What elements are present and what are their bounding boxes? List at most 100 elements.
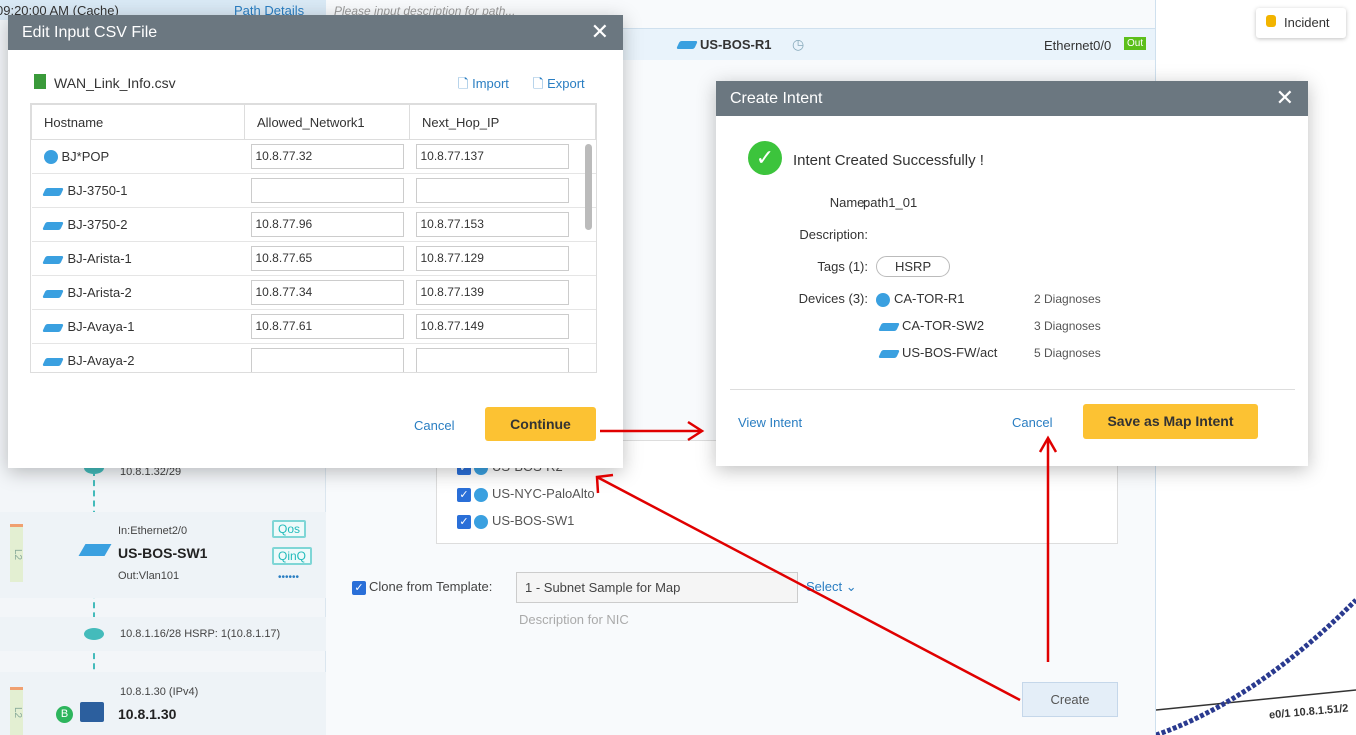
next-hop-input[interactable] xyxy=(415,178,569,203)
next-hop-cell: 10.8.77.153 xyxy=(409,207,596,242)
allowed-network-input[interactable] xyxy=(250,348,404,372)
next-hop-input[interactable] xyxy=(415,348,569,372)
next-hop-input[interactable]: 10.8.77.137 xyxy=(415,144,569,169)
switch-icon xyxy=(41,289,64,298)
scrollbar[interactable] xyxy=(585,144,592,230)
description-hint: Description for NIC xyxy=(519,612,629,627)
success-icon: ✓ xyxy=(748,141,782,175)
create-button[interactable]: Create xyxy=(1022,682,1118,717)
host-name[interactable]: 10.8.1.30 xyxy=(118,706,176,722)
select-label: Select xyxy=(806,579,843,594)
close-icon[interactable]: ✕ xyxy=(1276,85,1294,111)
view-intent-link[interactable]: View Intent xyxy=(738,415,802,430)
table-row: BJ-Avaya-1 10.8.77.61 10.8.77.149 xyxy=(31,309,596,344)
allowed-network-cell xyxy=(244,173,410,208)
allowed-network-input[interactable]: 10.8.77.65 xyxy=(250,246,404,271)
device-name: CA-TOR-SW2 xyxy=(902,318,985,333)
cancel-button[interactable]: Cancel xyxy=(1012,415,1052,430)
qinq-tag[interactable]: QinQ xyxy=(272,547,313,565)
allowed-network-input[interactable]: 10.8.77.96 xyxy=(250,212,404,237)
column-header: Hostname xyxy=(31,104,245,140)
tag-chip[interactable]: HSRP xyxy=(876,256,951,277)
next-hop-cell: 10.8.77.129 xyxy=(409,241,596,276)
template-input[interactable]: 1 - Subnet Sample for Map xyxy=(516,572,798,603)
continue-button[interactable]: Continue xyxy=(485,407,596,441)
table-row: BJ*POP 10.8.77.32 10.8.77.137 xyxy=(31,139,596,174)
allowed-network-cell: 10.8.77.61 xyxy=(244,309,410,344)
diagnoses-count: 2 Diagnoses xyxy=(1034,292,1101,306)
switch-icon xyxy=(41,357,64,366)
l2-badge: L2 xyxy=(10,524,23,582)
hostname-cell: BJ-Arista-2 xyxy=(31,275,245,310)
clone-checkbox[interactable]: ✓ Clone from Template: xyxy=(352,579,492,595)
intent-device[interactable]: CA-TOR-R1 xyxy=(876,291,965,307)
csv-modal: Edit Input CSV File ✕ WAN_Link_Info.csv 🗋… xyxy=(8,15,623,468)
hop-interface: Ethernet0/0 xyxy=(1044,38,1112,53)
router-icon xyxy=(876,292,890,307)
table-row: BJ-Arista-2 10.8.77.34 10.8.77.139 xyxy=(31,275,596,310)
hostname-cell: BJ-3750-1 xyxy=(31,173,245,208)
clock-icon[interactable]: ◷ xyxy=(792,36,804,53)
allowed-network-input[interactable]: 10.8.77.61 xyxy=(250,314,404,339)
hop-device: US-BOS-R1 xyxy=(700,37,772,52)
next-hop-input[interactable]: 10.8.77.153 xyxy=(415,212,569,237)
host-ip-label: 10.8.1.30 (IPv4) xyxy=(120,686,199,698)
table-row: BJ-3750-1 xyxy=(31,173,596,208)
switch-icon xyxy=(878,349,900,358)
clone-label: Clone from Template: xyxy=(369,579,493,594)
allowed-network-cell: 10.8.77.96 xyxy=(244,207,410,242)
allowed-network-input[interactable]: 10.8.77.34 xyxy=(250,280,404,305)
intent-device[interactable]: US-BOS-FW/act xyxy=(876,345,997,360)
hostname-cell: BJ-Avaya-2 xyxy=(31,343,245,372)
create-intent-modal: Create Intent ✕ ✓ Intent Created Successf… xyxy=(716,81,1308,466)
next-hop-input[interactable]: 10.8.77.139 xyxy=(415,280,569,305)
intent-name: path1_01 xyxy=(863,195,918,210)
host-row[interactable]: L2 B 10.8.1.30 (IPv4) 10.8.1.30 xyxy=(0,672,326,735)
router-icon xyxy=(43,150,58,165)
next-hop-input[interactable]: 10.8.77.149 xyxy=(415,314,569,339)
next-hop-cell: 10.8.77.149 xyxy=(409,309,596,344)
device-name: CA-TOR-R1 xyxy=(894,291,965,306)
csv-file-icon xyxy=(34,74,46,89)
switch-icon xyxy=(878,322,900,331)
switch-icon xyxy=(41,221,64,230)
switch-icon xyxy=(41,323,64,332)
out-interface: Out:Vlan101 xyxy=(118,570,180,582)
device-item[interactable]: ✓ US-BOS-SW1 xyxy=(457,513,574,529)
next-hop-cell xyxy=(409,343,596,372)
save-map-intent-button[interactable]: Save as Map Intent xyxy=(1083,404,1258,439)
subnet-label: 10.8.1.16/28 HSRP: 1(10.8.1.17) xyxy=(120,628,281,640)
next-hop-input[interactable]: 10.8.77.129 xyxy=(415,246,569,271)
next-hop-cell: 10.8.77.137 xyxy=(409,139,596,174)
table-row: BJ-Arista-1 10.8.77.65 10.8.77.129 xyxy=(31,241,596,276)
devices-label: Devices (3): xyxy=(798,291,868,306)
tags-label: Tags (1): xyxy=(817,259,868,274)
more-icon[interactable]: •••••• xyxy=(278,572,299,583)
hostname-cell: BJ-Arista-1 xyxy=(31,241,245,276)
b-badge: B xyxy=(56,706,73,723)
next-hop-cell: 10.8.77.139 xyxy=(409,275,596,310)
table-row: BJ-3750-2 10.8.77.96 10.8.77.153 xyxy=(31,207,596,242)
router-icon xyxy=(676,41,698,49)
subnet-row: 10.8.1.16/28 HSRP: 1(10.8.1.17) xyxy=(0,617,326,651)
device-item[interactable]: ✓ US-NYC-PaloAlto xyxy=(457,486,595,502)
select-dropdown[interactable]: Select ⌄ xyxy=(806,579,857,595)
import-button[interactable]: 🗋 Import xyxy=(458,75,509,97)
hostname: BJ*POP xyxy=(61,148,110,164)
device-row[interactable]: L2 In:Ethernet2/0 US-BOS-SW1 Out:Vlan101… xyxy=(0,512,326,598)
export-button[interactable]: 🗋 Export xyxy=(533,75,585,97)
cancel-button[interactable]: Cancel xyxy=(414,418,454,433)
column-header: Allowed_Network1 xyxy=(244,104,410,140)
allowed-network-cell xyxy=(244,343,410,372)
allowed-network-cell: 10.8.77.65 xyxy=(244,241,410,276)
device-name[interactable]: US-BOS-SW1 xyxy=(118,545,207,561)
close-icon[interactable]: ✕ xyxy=(591,19,609,45)
hostname-cell: BJ-Avaya-1 xyxy=(31,309,245,344)
allowed-network-input[interactable]: 10.8.77.32 xyxy=(250,144,404,169)
qos-tag[interactable]: Qos xyxy=(272,520,307,538)
intent-device[interactable]: CA-TOR-SW2 xyxy=(876,318,984,333)
allowed-network-input[interactable] xyxy=(250,178,404,203)
diagnoses-count: 3 Diagnoses xyxy=(1034,319,1101,333)
column-header: Next_Hop_IP xyxy=(409,104,596,140)
allowed-network-cell: 10.8.77.32 xyxy=(244,139,410,174)
